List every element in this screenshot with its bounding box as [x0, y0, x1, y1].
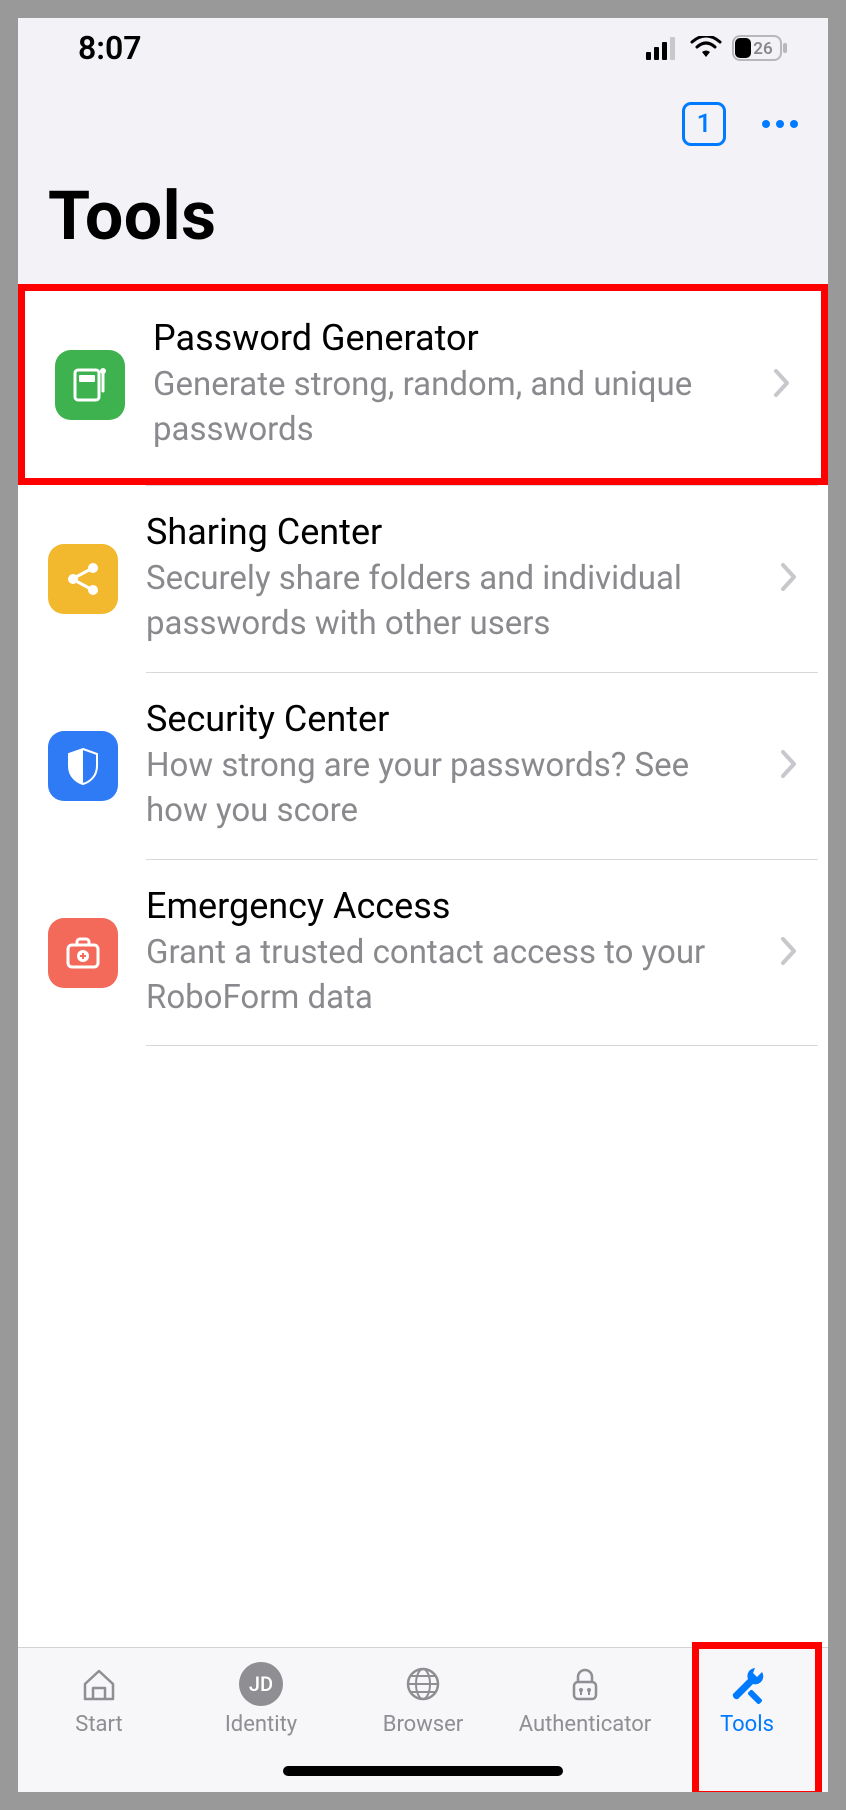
tab-label: Tools: [720, 1712, 774, 1737]
lock-icon: [565, 1662, 605, 1706]
avatar-initials: JD: [239, 1662, 283, 1706]
tab-start[interactable]: Start: [18, 1662, 180, 1737]
home-indicator[interactable]: [283, 1766, 563, 1776]
tools-item-subtitle: Securely share folders and individual pa…: [146, 557, 744, 646]
wifi-icon: [690, 36, 722, 60]
more-icon: [762, 120, 770, 128]
status-icons: 26: [646, 35, 788, 61]
avatar-icon: JD: [239, 1662, 283, 1706]
medkit-icon: [48, 918, 118, 988]
tools-item-share[interactable]: Sharing CenterSecurely share folders and…: [18, 485, 828, 672]
tab-authenticator[interactable]: Authenticator: [504, 1662, 666, 1737]
status-time: 8:07: [78, 29, 646, 67]
tab-tools[interactable]: Tools: [666, 1662, 828, 1737]
tools-icon: [725, 1662, 769, 1706]
tools-list: Password GeneratorGenerate strong, rando…: [18, 284, 828, 1046]
more-button[interactable]: [762, 120, 798, 128]
notification-count-label: 1: [697, 109, 712, 139]
notification-count-button[interactable]: 1: [682, 102, 726, 146]
tab-browser[interactable]: Browser: [342, 1662, 504, 1737]
chevron-right-icon: [780, 749, 798, 783]
nav-header: 1: [18, 78, 828, 156]
tools-item-subtitle: How strong are your passwords? See how y…: [146, 744, 744, 833]
chevron-right-icon: [780, 936, 798, 970]
cellular-icon: [646, 36, 680, 60]
home-icon: [79, 1662, 119, 1706]
tab-label: Browser: [383, 1712, 464, 1737]
tools-item-title: Sharing Center: [146, 511, 744, 553]
page-title: Tools: [18, 156, 828, 284]
tab-label: Start: [75, 1712, 122, 1737]
tools-item-password-generator[interactable]: Password GeneratorGenerate strong, rando…: [18, 284, 828, 485]
tools-item-subtitle: Grant a trusted contact access to your R…: [146, 931, 744, 1020]
password-generator-icon: [55, 350, 125, 420]
tools-item-title: Password Generator: [153, 317, 737, 359]
tools-item-title: Emergency Access: [146, 885, 744, 927]
chevron-right-icon: [780, 562, 798, 596]
globe-icon: [403, 1662, 443, 1706]
tab-bar: Start JD Identity Browser Authenticator To…: [18, 1647, 828, 1792]
svg-text:26: 26: [753, 39, 773, 59]
tools-item-medkit[interactable]: Emergency AccessGrant a trusted contact …: [18, 859, 828, 1046]
tab-identity[interactable]: JD Identity: [180, 1662, 342, 1737]
tools-item-shield[interactable]: Security CenterHow strong are your passw…: [18, 672, 828, 859]
shield-icon: [48, 731, 118, 801]
tools-item-subtitle: Generate strong, random, and unique pass…: [153, 363, 737, 452]
battery-icon: 26: [732, 35, 788, 61]
tab-label: Identity: [225, 1712, 297, 1737]
chevron-right-icon: [773, 368, 791, 402]
tools-item-title: Security Center: [146, 698, 744, 740]
share-icon: [48, 544, 118, 614]
status-bar: 8:07 26: [18, 18, 828, 78]
tab-label: Authenticator: [519, 1712, 652, 1737]
